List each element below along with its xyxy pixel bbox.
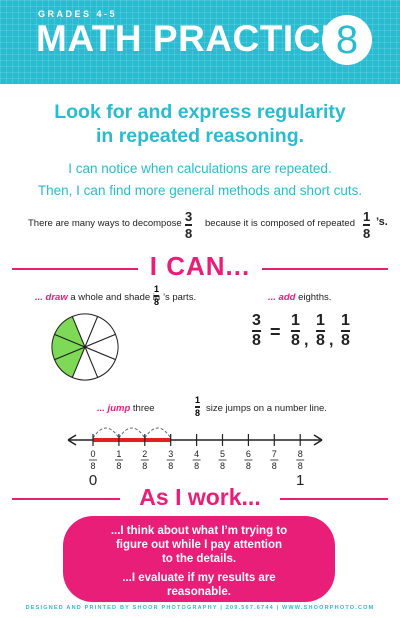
jump-text: three (132, 403, 155, 414)
draw-fraction: 1 8 (154, 284, 160, 307)
fraction-numerator: 1 (154, 284, 160, 294)
eq-fraction-1: 1 8 (291, 313, 300, 349)
jump-arc (92, 427, 120, 439)
fraction-denominator: 8 (195, 407, 201, 418)
poster-title: MATH PRACTICES (36, 18, 372, 59)
fraction-denominator: 8 (291, 331, 300, 349)
jump-emphasis: ... jump (97, 403, 131, 414)
tick-denominator: 8 (142, 461, 147, 471)
eq-fraction-3: 1 8 (341, 313, 350, 349)
tick-numerator: 8 (298, 449, 303, 459)
practice-number-badge: 8 (322, 15, 372, 65)
jump-arc (118, 427, 146, 439)
as-i-work-heading: As I work... (139, 484, 261, 510)
fraction-three-eighths: 3 8 (185, 209, 193, 241)
number-line: 0818283848586878880 1 (67, 427, 323, 489)
jump-arc (144, 427, 172, 439)
fraction-denominator: 8 (316, 331, 325, 349)
fraction-numerator: 3 (252, 312, 261, 329)
tick-denominator: 8 (194, 461, 199, 471)
subheading-line-1: I can notice when calculations are repea… (68, 161, 332, 176)
work-line-5: reasonable. (167, 586, 231, 598)
tick-denominator: 8 (246, 461, 251, 471)
subheading-line-2: Then, I can find more general methods an… (37, 183, 363, 198)
tick-numerator: 7 (272, 449, 277, 459)
tick-denominator: 8 (90, 461, 95, 471)
heading-line-2: in repeated reasoning. (95, 125, 305, 147)
tick-numerator: 4 (194, 449, 199, 459)
work-line-4: ...I evaluate if my results are (122, 572, 276, 584)
fraction-numerator: 1 (195, 395, 201, 405)
math-practices-poster: GRADES 4-5 MATH PRACTICES 8 Look for and… (0, 0, 400, 618)
jump-fraction: 1 8 (195, 395, 201, 418)
work-statement-1: ...I think about what I’m trying to figu… (63, 524, 335, 566)
equals-sign: = (270, 322, 281, 342)
work-line-1: ...I think about what I’m trying to (110, 525, 288, 537)
work-line-2: figure out while I pay attention (115, 539, 283, 551)
fraction-numerator: 3 (185, 209, 193, 224)
tick-denominator: 8 (272, 461, 277, 471)
eq-fraction-2: 1 8 (316, 313, 325, 349)
work-callout: ...I think about what I’m trying to figu… (63, 516, 335, 602)
fraction-numerator: 1 (341, 312, 350, 329)
add-instruction: ... add eighths. (268, 292, 331, 303)
heading-line-1: Look for and express regularity (54, 101, 346, 123)
draw-text: a whole and shade in (70, 292, 161, 303)
tick-denominator: 8 (168, 461, 173, 471)
jump-suffix: size jumps on a number line. (206, 403, 327, 414)
tick-denominator: 8 (220, 461, 225, 471)
tick-denominator: 8 (116, 461, 121, 471)
tick-numerator: 0 (90, 449, 95, 459)
fraction-denominator: 8 (341, 331, 350, 349)
add-emphasis: ... add (268, 292, 296, 303)
fraction-numerator: 1 (316, 312, 325, 329)
tick-numerator: 5 (220, 449, 225, 459)
header-banner: GRADES 4-5 MATH PRACTICES 8 (0, 0, 400, 84)
eq-fraction-three-eighths: 3 8 (252, 313, 261, 349)
comma-2: , (329, 332, 334, 349)
decompose-text-2: because it is composed of repeated (205, 218, 355, 229)
pie-chart (51, 313, 119, 381)
fraction-denominator: 8 (185, 225, 193, 241)
decompose-text-1: There are many ways to decompose (28, 218, 182, 229)
fraction-numerator: 1 (291, 312, 300, 329)
draw-suffix: ’s parts. (163, 292, 197, 303)
tick-numerator: 2 (142, 449, 147, 459)
tick-numerator: 1 (116, 449, 121, 459)
work-statement-2: ...I evaluate if my results are reasonab… (63, 571, 335, 599)
draw-instruction: ... draw a whole and shade in (35, 292, 160, 303)
tick-numerator: 3 (168, 449, 173, 459)
draw-emphasis: ... draw (35, 292, 68, 303)
fraction-one-eighth: 1 8 (363, 209, 371, 241)
footer-credit: DESIGNED AND PRINTED BY SHOOR PHOTOGRAPH… (25, 605, 375, 611)
fraction-denominator: 8 (363, 225, 371, 241)
tick-numerator: 6 (246, 449, 251, 459)
decompose-sentence: There are many ways to decompose 3 8 bec… (28, 210, 388, 244)
comma-1: , (304, 332, 309, 349)
add-text: eighths. (298, 292, 332, 303)
fraction-numerator: 1 (363, 209, 371, 224)
fraction-denominator: 8 (252, 331, 261, 349)
fraction-denominator: 8 (154, 296, 160, 307)
jump-instruction: ... jump three (97, 403, 155, 414)
decompose-suffix: ’s. (376, 216, 388, 228)
ican-heading: I CAN... (149, 251, 251, 281)
work-line-3: to the details. (161, 553, 237, 565)
tick-denominator: 8 (298, 461, 303, 471)
